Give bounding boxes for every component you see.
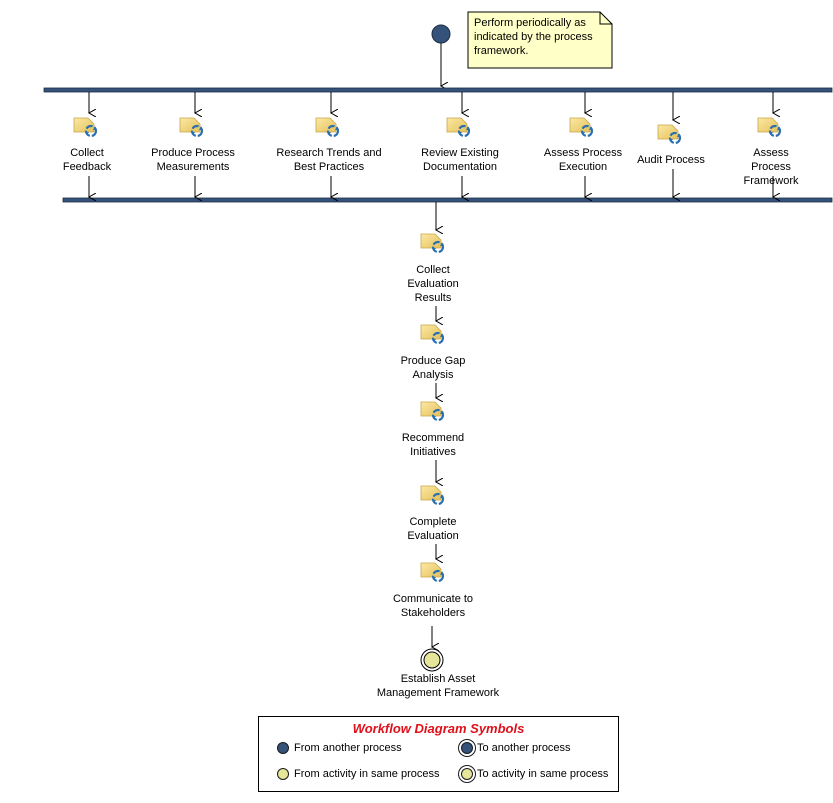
activity-task-icon[interactable] — [314, 116, 341, 138]
activity-task-icon[interactable] — [419, 561, 446, 583]
legend-label-from-activity-same-process: From activity in same process — [294, 768, 440, 780]
activity-label-collect-evaluation-results[interactable]: Collect Evaluation Results — [407, 263, 458, 305]
activity-task-icon[interactable] — [445, 116, 472, 138]
legend-title: Workflow Diagram Symbols — [352, 721, 525, 736]
from-activity-same-process-icon — [277, 768, 289, 780]
activity-task-icon[interactable] — [419, 484, 446, 506]
activity-label-assess-process-execution[interactable]: Assess Process Execution — [544, 146, 622, 174]
activity-task-icon[interactable] — [568, 116, 595, 138]
activity-label-complete-evaluation[interactable]: Complete Evaluation — [407, 515, 458, 543]
activity-label-produce-process-measurements[interactable]: Produce Process Measurements — [151, 146, 235, 174]
legend-label-to-activity-same-process: To activity in same process — [477, 768, 609, 780]
fork-bar — [43, 87, 833, 93]
activity-task-icon[interactable] — [419, 400, 446, 422]
activity-task-icon[interactable] — [178, 116, 205, 138]
end-node[interactable] — [423, 651, 441, 669]
note-text: Perform periodically as indicated by the… — [474, 17, 593, 57]
legend: Workflow Diagram Symbols From another pr… — [258, 716, 619, 792]
to-activity-same-process-icon — [461, 768, 473, 780]
from-another-process-icon — [277, 742, 289, 754]
end-node-label: Establish Asset Management Framework — [376, 673, 500, 699]
activity-label-assess-process-framework[interactable]: Assess Process Framework — [740, 146, 802, 188]
legend-label-from-another-process: From another process — [294, 742, 402, 754]
activity-task-icon[interactable] — [72, 116, 99, 138]
activity-label-recommend-initiatives[interactable]: Recommend Initiatives — [402, 431, 464, 459]
activity-task-icon[interactable] — [419, 323, 446, 345]
activity-label-research-trends-and-best-practices[interactable]: Research Trends and Best Practices — [276, 146, 381, 174]
activity-task-icon[interactable] — [656, 123, 683, 145]
activity-label-review-existing-documentation[interactable]: Review Existing Documentation — [421, 146, 499, 174]
activity-label-collect-feedback[interactable]: Collect Feedback — [63, 146, 111, 174]
legend-label-to-another-process: To another process — [477, 742, 571, 754]
activity-label-communicate-to-stakeholders[interactable]: Communicate to Stakeholders — [393, 592, 473, 620]
activity-label-produce-gap-analysis[interactable]: Produce Gap Analysis — [401, 354, 466, 382]
activity-label-audit-process[interactable]: Audit Process — [637, 153, 705, 167]
join-bar — [62, 197, 833, 203]
to-another-process-icon — [461, 742, 473, 754]
activity-task-icon[interactable] — [756, 116, 783, 138]
activity-task-icon[interactable] — [419, 232, 446, 254]
start-node[interactable] — [431, 24, 451, 44]
